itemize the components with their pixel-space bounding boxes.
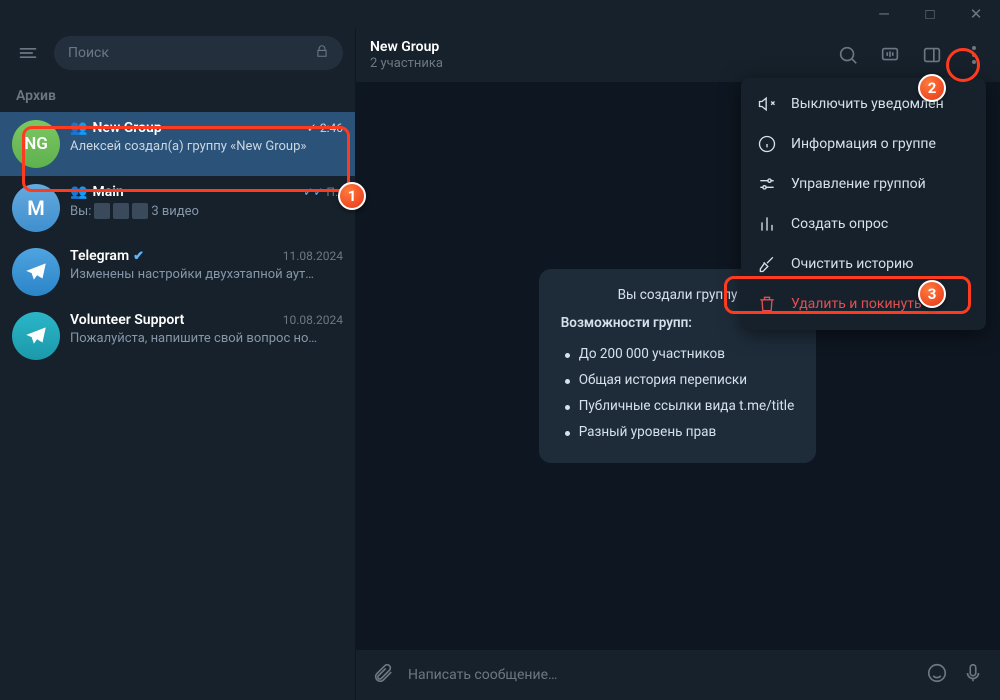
panel-icon	[921, 44, 943, 66]
info-card-item: Разный уровень прав	[561, 419, 795, 445]
chat-name: Volunteer Support	[70, 312, 184, 328]
search-icon	[837, 44, 859, 66]
search-button[interactable]	[836, 43, 860, 67]
menu-create-poll[interactable]: Создать опрос	[741, 204, 986, 244]
voice-chat-icon	[879, 44, 901, 66]
settings-icon	[757, 174, 777, 194]
chat-item-volunteer-support[interactable]: Volunteer Support 10.08.2024 Пожалуйста,…	[0, 304, 355, 368]
chat-name: Telegram ✔	[70, 248, 144, 264]
paperclip-icon	[372, 662, 394, 684]
menu-group-info[interactable]: Информация о группе	[741, 124, 986, 164]
video-thumb-icon	[113, 203, 129, 219]
broom-icon	[757, 254, 777, 274]
side-panel-button[interactable]	[920, 43, 944, 67]
info-icon	[757, 134, 777, 154]
chat-item-new-group[interactable]: NG 👥 New Group ✓ 2:46 Алексей создал(а) …	[0, 112, 355, 176]
lock-icon	[315, 44, 329, 62]
message-input-bar	[355, 650, 1000, 700]
window-maximize[interactable]: □	[914, 0, 946, 28]
group-icon: 👥	[70, 120, 87, 136]
annotation-badge-1: 1	[338, 182, 366, 210]
chat-preview: Изменены настройки двухэтапной аут…	[70, 267, 343, 282]
emoji-icon	[926, 662, 948, 684]
avatar	[12, 312, 60, 360]
sidebar: Поиск Архив NG 👥 New Group ✓ 2:46 Алексе…	[0, 28, 355, 700]
chat-time: ✓ 2:46	[307, 121, 343, 135]
message-input[interactable]	[408, 667, 912, 683]
telegram-icon	[23, 259, 49, 285]
avatar	[12, 248, 60, 296]
info-card-item: До 200 000 участников	[561, 341, 795, 367]
info-card-item: Общая история переписки	[561, 367, 795, 393]
chat-item-telegram[interactable]: Telegram ✔ 11.08.2024 Изменены настройки…	[0, 240, 355, 304]
chat-header[interactable]: New Group 2 участника	[355, 28, 1000, 82]
avatar: M	[12, 184, 60, 232]
window-close[interactable]: ✕	[960, 0, 992, 28]
menu-icon	[18, 43, 38, 63]
options-dropdown: Выключить уведомлен Информация о группе …	[741, 78, 986, 330]
chat-name: Main	[92, 184, 123, 200]
group-icon: 👥	[70, 184, 87, 200]
chat-name: New Group	[92, 120, 161, 136]
chat-preview: Пожалуйста, напишите свой вопрос но…	[70, 331, 343, 346]
hamburger-menu-button[interactable]	[12, 37, 44, 69]
video-thumb-icon	[94, 203, 110, 219]
menu-manage-group[interactable]: Управление группой	[741, 164, 986, 204]
annotation-badge-2: 2	[918, 74, 946, 102]
chat-header-title: New Group	[370, 39, 836, 55]
microphone-icon	[962, 662, 984, 684]
chat-time: 11.08.2024	[283, 249, 343, 263]
main-chat-area: New Group 2 участника Вы создали группу …	[355, 28, 1000, 700]
search-input[interactable]: Поиск	[54, 36, 343, 70]
window-minimize[interactable]: —	[868, 0, 900, 28]
mute-icon	[757, 94, 777, 114]
info-card-item: Публичные ссылки вида t.me/title	[561, 393, 795, 419]
chat-header-subtitle: 2 участника	[370, 56, 836, 71]
menu-mute-notifications[interactable]: Выключить уведомлен	[741, 84, 986, 124]
chat-preview: Алексей создал(а) группу «New Group»	[70, 139, 343, 154]
annotation-badge-3: 3	[918, 280, 946, 308]
trash-icon	[757, 294, 777, 314]
chat-time: 10.08.2024	[283, 313, 343, 327]
menu-delete-and-leave[interactable]: Удалить и покинуть	[741, 284, 986, 324]
avatar: NG	[12, 120, 60, 168]
window-titlebar: — □ ✕	[0, 0, 1000, 28]
archive-section-label: Архив	[0, 78, 355, 112]
poll-icon	[757, 214, 777, 234]
voice-button[interactable]	[962, 662, 984, 688]
attach-button[interactable]	[372, 662, 394, 688]
call-button[interactable]	[878, 43, 902, 67]
chat-preview: Вы: 3 видео	[70, 203, 343, 219]
chat-item-main[interactable]: M 👥 Main ✓✓ П… Вы: 3 видео	[0, 176, 355, 240]
emoji-button[interactable]	[926, 662, 948, 688]
search-placeholder: Поиск	[68, 45, 109, 61]
verified-icon: ✔	[133, 249, 144, 264]
more-options-button[interactable]	[962, 43, 986, 67]
menu-clear-history[interactable]: Очистить историю	[741, 244, 986, 284]
support-icon	[23, 323, 49, 349]
video-thumb-icon	[132, 203, 148, 219]
